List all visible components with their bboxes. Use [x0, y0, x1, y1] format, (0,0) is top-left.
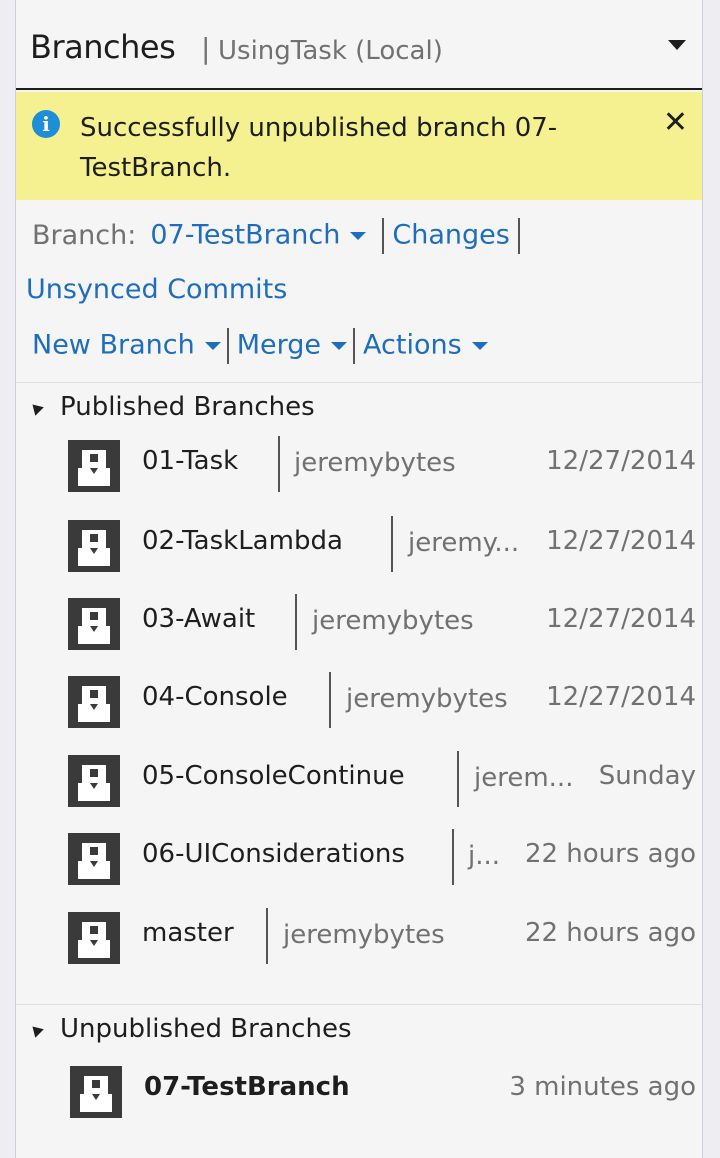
- branch-name: 02-TaskLambda: [142, 526, 343, 556]
- divider: [226, 328, 229, 364]
- branch-author: jeremybytes: [346, 684, 508, 714]
- unpublished-branches-header[interactable]: Unpublished Branches: [28, 1014, 352, 1044]
- branch-date: 12/27/2014: [546, 526, 696, 556]
- divider: [16, 382, 702, 383]
- section-title: Published Branches: [60, 392, 315, 422]
- branch-date: 3 minutes ago: [509, 1072, 696, 1102]
- branch-date: 12/27/2014: [546, 682, 696, 712]
- branch-icon: [70, 1066, 122, 1118]
- title-separator: |: [201, 32, 211, 65]
- branch-name: 07-TestBranch: [144, 1072, 350, 1102]
- branch-icon: [68, 755, 120, 807]
- divider: [329, 672, 331, 728]
- branch-date: 22 hours ago: [524, 918, 696, 948]
- info-icon: i: [32, 110, 60, 138]
- branch-date: 12/27/2014: [546, 446, 696, 476]
- branch-author: j...: [468, 841, 501, 871]
- divider: [16, 1004, 702, 1005]
- collapse-icon[interactable]: [28, 399, 44, 416]
- close-icon[interactable]: ✕: [663, 108, 688, 138]
- page-dropdown-icon[interactable]: [668, 40, 686, 50]
- repository-name: UsingTask (Local): [218, 36, 443, 66]
- changes-link[interactable]: Changes: [392, 220, 509, 251]
- branch-name: master: [142, 918, 234, 948]
- divider: [517, 218, 520, 254]
- divider: [457, 751, 459, 807]
- branch-row-07-testbranch[interactable]: 07-TestBranch 3 minutes ago: [66, 1058, 696, 1120]
- branch-name: 04-Console: [142, 682, 288, 712]
- branch-date: 22 hours ago: [524, 839, 696, 869]
- notification-banner: i Successfully unpublished branch 07-Tes…: [16, 92, 702, 200]
- branch-row-03-await[interactable]: 03-Await jeremybytes 12/27/2014: [66, 590, 696, 652]
- branch-author: jeremybytes: [283, 920, 445, 950]
- divider: [391, 516, 393, 572]
- collapse-icon[interactable]: [28, 1021, 44, 1038]
- branch-icon: [68, 676, 120, 728]
- branch-row-master[interactable]: master jeremybytes 22 hours ago: [66, 904, 696, 966]
- branch-author: jeremy...: [408, 528, 520, 558]
- branch-icon: [68, 520, 120, 572]
- branch-row-01-task[interactable]: 01-Task jeremybytes 12/27/2014: [66, 432, 696, 494]
- divider: [278, 436, 280, 492]
- divider: [353, 328, 356, 364]
- branch-row-04-console[interactable]: 04-Console jeremybytes 12/27/2014: [66, 668, 696, 730]
- branch-icon: [68, 912, 120, 964]
- branch-date: Sunday: [598, 761, 696, 791]
- chevron-down-icon[interactable]: [204, 342, 221, 350]
- branch-label: Branch:: [32, 219, 137, 251]
- panel-header: Branches | UsingTask (Local): [16, 0, 702, 90]
- branch-toolbar: Branch: 07-TestBranch Changes: [32, 218, 528, 254]
- published-branches-header[interactable]: Published Branches: [28, 392, 315, 422]
- chevron-down-icon[interactable]: [331, 342, 348, 350]
- divider: [382, 218, 385, 254]
- merge-button[interactable]: Merge: [237, 330, 321, 361]
- branch-name: 03-Await: [142, 604, 256, 634]
- branch-row-02-tasklambda[interactable]: 02-TaskLambda jeremy... 12/27/2014: [66, 512, 696, 574]
- branch-date: 12/27/2014: [546, 604, 696, 634]
- branch-name: 06-UIConsiderations: [142, 839, 405, 869]
- branch-icon: [68, 598, 120, 650]
- section-title: Unpublished Branches: [60, 1014, 352, 1044]
- new-branch-button[interactable]: New Branch: [32, 330, 195, 361]
- notification-message: Successfully unpublished branch 07-TestB…: [80, 113, 558, 183]
- divider: [452, 829, 454, 885]
- branch-name: 05-ConsoleContinue: [142, 761, 405, 791]
- actions-toolbar: New Branch Merge Actions: [32, 328, 494, 364]
- chevron-down-icon[interactable]: [471, 342, 488, 350]
- divider: [295, 594, 297, 650]
- branch-row-06-uiconsiderations[interactable]: 06-UIConsiderations j... 22 hours ago: [66, 825, 696, 887]
- unsynced-row: Unsynced Commits: [26, 274, 287, 305]
- actions-button[interactable]: Actions: [363, 330, 462, 361]
- chevron-down-icon[interactable]: [350, 232, 367, 240]
- current-branch-dropdown[interactable]: 07-TestBranch: [150, 220, 340, 251]
- unsynced-commits-link[interactable]: Unsynced Commits: [26, 274, 287, 305]
- branch-row-05-consolecontinue[interactable]: 05-ConsoleContinue jerem... Sunday: [66, 747, 696, 809]
- branch-icon: [68, 440, 120, 492]
- branch-author: jeremybytes: [294, 448, 456, 478]
- page-title: Branches: [30, 28, 176, 66]
- divider: [266, 908, 268, 964]
- branch-icon: [68, 833, 120, 885]
- branch-author: jerem...: [474, 763, 574, 793]
- branch-author: jeremybytes: [312, 606, 474, 636]
- branch-name: 01-Task: [142, 446, 239, 476]
- team-explorer-panel: Branches | UsingTask (Local) i Successfu…: [15, 0, 703, 1158]
